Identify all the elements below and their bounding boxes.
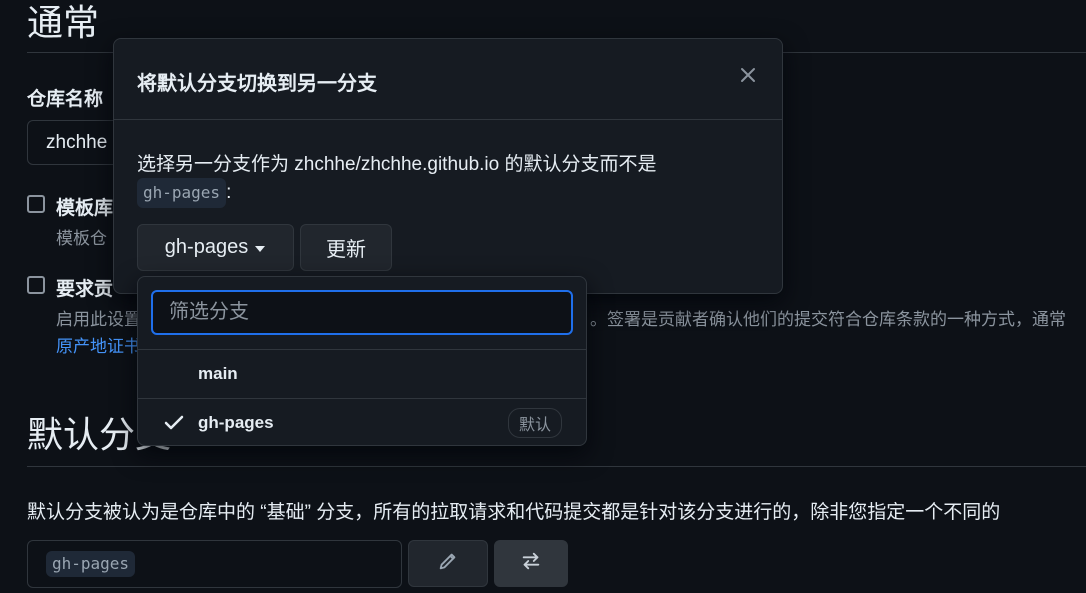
current-branch-pill: gh-pages (46, 551, 136, 577)
signoff-description-left: 启用此设置 (56, 310, 141, 329)
default-branch-description: 默认分支被认为是仓库中的 “基础” 分支，所有的拉取请求和代码提交都是针对该分支… (27, 502, 1001, 523)
branch-option-label: main (198, 364, 238, 383)
section-divider (27, 466, 1086, 467)
rename-branch-button[interactable] (408, 540, 488, 587)
update-button[interactable]: 更新 (300, 224, 392, 271)
default-branch-field: gh-pages (27, 540, 402, 588)
branch-option-gh-pages[interactable]: gh-pages 默认 (138, 399, 586, 445)
branch-option-label: gh-pages (198, 413, 274, 432)
template-checkbox[interactable] (27, 195, 45, 213)
template-label: 模板库 (56, 198, 114, 219)
dialog-colon: : (226, 182, 232, 203)
template-description: 模板仓 (56, 229, 107, 248)
branch-option-main[interactable]: main (138, 350, 586, 398)
branch-dropdown: main gh-pages 默认 (137, 276, 587, 446)
certificate-link[interactable]: 原产地证书 (56, 332, 141, 357)
dialog-divider (114, 119, 782, 120)
repo-name-label: 仓库名称 (27, 89, 104, 110)
dialog-current-branch-pill: gh-pages (137, 178, 227, 208)
filter-branches-input[interactable] (151, 290, 573, 335)
switch-default-branch-dialog: 将默认分支切换到另一分支 选择另一分支作为 zhchhe/zhchhe.gith… (113, 38, 783, 294)
close-button[interactable] (736, 65, 760, 89)
section-title-general: 通常 (27, 2, 100, 43)
caret-down-icon (254, 236, 266, 259)
branch-select-button[interactable]: gh-pages (137, 224, 294, 271)
dialog-title: 将默认分支切换到另一分支 (137, 73, 377, 95)
signoff-description-right: 。签署是贡献者确认他们的提交符合仓库条款的一种方式，通常 (590, 310, 1066, 329)
dialog-current-branch-row: gh-pages : (137, 178, 231, 208)
branch-select-label: gh-pages (164, 236, 249, 258)
close-icon (740, 67, 756, 88)
pencil-icon (437, 550, 459, 577)
arrows-switch-icon (520, 550, 542, 577)
check-icon (164, 414, 184, 437)
signoff-label: 要求贡 (56, 279, 114, 300)
default-badge: 默认 (507, 408, 562, 438)
signoff-checkbox[interactable] (27, 276, 45, 294)
switch-branch-button[interactable] (494, 540, 568, 587)
dialog-description: 选择另一分支作为 zhchhe/zhchhe.github.io 的默认分支而不… (137, 154, 657, 175)
